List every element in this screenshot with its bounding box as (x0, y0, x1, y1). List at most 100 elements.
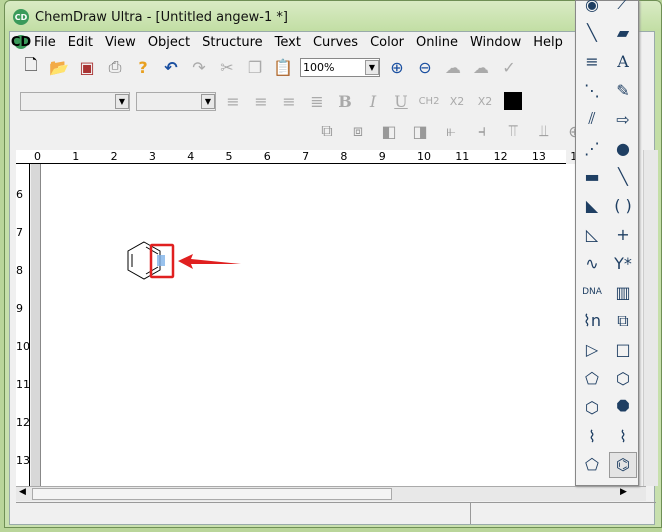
superscript-button[interactable]: X2 (474, 90, 496, 112)
pentagon-icon[interactable]: ⬠ (578, 365, 606, 391)
bold-bond-icon[interactable]: ▬ (578, 164, 606, 190)
benzene-structure[interactable] (41, 164, 581, 486)
menu-structure[interactable]: Structure (196, 35, 268, 50)
pen-icon[interactable]: ✎ (609, 77, 637, 103)
ungroup-icon[interactable]: ⧈ (347, 120, 369, 142)
wedge-bond-icon[interactable]: ◣ (578, 193, 606, 219)
arrow-icon[interactable]: ⇨ (609, 106, 637, 132)
ruler-label: 6 (16, 188, 23, 201)
menu-object[interactable]: Object (142, 35, 196, 50)
send-back-icon[interactable]: ◨ (409, 120, 431, 142)
zoom-out-icon[interactable]: ⊖ (414, 56, 436, 78)
scroll-right-icon[interactable]: ▶ (620, 487, 627, 497)
zoom-select[interactable]: 100% ▼ (300, 57, 380, 77)
octagon-icon[interactable]: ⯃ (609, 394, 637, 420)
color-swatch[interactable] (502, 90, 524, 112)
bond-icon[interactable]: ╲ (578, 20, 606, 46)
client-area: CD File Edit View Object Structure Text … (9, 31, 658, 525)
menu-curves[interactable]: Curves (307, 35, 364, 50)
menu-edit[interactable]: Edit (62, 35, 99, 50)
query-icon[interactable]: Y* (609, 250, 637, 276)
redo-icon[interactable]: ↷ (188, 56, 210, 78)
triangle-icon[interactable]: ▷ (578, 337, 606, 363)
drawing-canvas[interactable] (41, 164, 581, 486)
object-toolbar: ⧉ ⧈ ◧ ◨ ⫦ ⫞ ⫪ ⫫ ⊕ (316, 120, 586, 142)
wavy-bond-icon[interactable]: ∿ (578, 250, 606, 276)
mass-fragment-icon[interactable]: ⟋ (609, 0, 637, 17)
save-icon[interactable]: ▣ (76, 56, 98, 78)
clean-structure-icon[interactable]: ☁ (442, 56, 464, 78)
text-icon[interactable]: A (609, 49, 637, 75)
zoom-in-icon[interactable]: ⊕ (386, 56, 408, 78)
menu-online[interactable]: Online (410, 35, 464, 50)
charge-icon[interactable]: + (609, 221, 637, 247)
menu-window[interactable]: Window (464, 35, 527, 50)
clean-reaction-icon[interactable]: ☁ (470, 56, 492, 78)
eraser-icon[interactable]: ▰ (609, 20, 637, 46)
ruler-label: 4 (187, 150, 195, 163)
text-toolbar: ▼ ▼ ≡ ≡ ≡ ≣ B I U CH2 X2 X2 (20, 90, 524, 112)
bracket-icon[interactable]: ( ) (609, 193, 637, 219)
align-left-obj-icon[interactable]: ⫦ (440, 120, 462, 142)
check-structure-icon[interactable]: ✓ (498, 56, 520, 78)
square-icon[interactable]: □ (609, 337, 637, 363)
ruler-label: 11 (16, 378, 30, 391)
heptagon-icon[interactable]: ⬡ (578, 394, 606, 420)
group-icon[interactable]: ⧉ (316, 120, 338, 142)
menu-help[interactable]: Help (527, 35, 569, 50)
hexagon-icon[interactable]: ⬡ (609, 365, 637, 391)
align-right-obj-icon[interactable]: ⫞ (471, 120, 493, 142)
tlc-plate-icon[interactable]: ▥ (609, 279, 637, 305)
chair2-icon[interactable]: ⌇ (609, 423, 637, 449)
print-icon[interactable]: ⎙ (104, 56, 126, 78)
align-bottom-icon[interactable]: ⫫ (533, 120, 555, 142)
dna-icon[interactable]: DNA (578, 279, 606, 305)
formula-button[interactable]: CH2 (418, 90, 440, 112)
menu-view[interactable]: View (99, 35, 142, 50)
new-icon[interactable]: 🗋 (20, 55, 42, 78)
scroll-thumb[interactable] (32, 488, 392, 500)
horizontal-scrollbar[interactable]: ◀ ▶ (16, 486, 646, 501)
justify-icon[interactable]: ≣ (306, 90, 328, 112)
app-icon: CD (13, 9, 29, 25)
chair-icon[interactable]: ⌇ (578, 423, 606, 449)
multiple-bond-icon[interactable]: ≡ (578, 49, 606, 75)
scroll-left-icon[interactable]: ◀ (19, 487, 26, 497)
hashed-wedge-icon[interactable]: ⋰ (578, 135, 606, 161)
cyclopentadiene-icon[interactable]: ⬠ (578, 452, 606, 478)
chevron-down-icon: ▼ (201, 93, 215, 109)
font-select[interactable]: ▼ (20, 91, 130, 111)
paste-icon[interactable]: 📋 (272, 56, 294, 78)
align-center-icon[interactable]: ≡ (250, 90, 272, 112)
align-right-icon[interactable]: ≡ (278, 90, 300, 112)
cut-icon[interactable]: ✂ (216, 56, 238, 78)
drawing-element-icon[interactable]: ╲ (609, 164, 637, 190)
bring-front-icon[interactable]: ◧ (378, 120, 400, 142)
orbital-icon[interactable]: ● (609, 135, 637, 161)
benzene-icon[interactable]: ⌬ (609, 451, 637, 478)
template-icon[interactable]: ⧉ (609, 308, 637, 334)
size-select[interactable]: ▼ (136, 91, 216, 111)
polymer-icon[interactable]: ⌇n (578, 308, 606, 334)
ruler-label: 9 (16, 302, 23, 315)
hashed-bond-icon[interactable]: ⫽ (578, 106, 606, 132)
menu-file[interactable]: File (28, 35, 62, 50)
bold-button[interactable]: B (334, 90, 356, 112)
menu-text[interactable]: Text (269, 35, 307, 50)
open-icon[interactable]: 📂 (48, 56, 70, 78)
selection-highlight (157, 255, 165, 266)
align-left-icon[interactable]: ≡ (222, 90, 244, 112)
align-top-icon[interactable]: ⫪ (502, 120, 524, 142)
ruler-label: 8 (16, 264, 23, 277)
copy-icon[interactable]: ❐ (244, 56, 266, 78)
hollow-wedge-icon[interactable]: ◺ (578, 221, 606, 247)
undo-icon[interactable]: ↶ (160, 56, 182, 78)
help-icon[interactable]: ? (132, 56, 154, 78)
lasso-icon[interactable]: ◉ (578, 0, 606, 17)
underline-button[interactable]: U (390, 90, 412, 112)
vertical-scrollbar[interactable] (643, 150, 658, 486)
menu-color[interactable]: Color (364, 35, 410, 50)
subscript-button[interactable]: X2 (446, 90, 468, 112)
dashed-bond-icon[interactable]: ⋱ (578, 77, 606, 103)
italic-button[interactable]: I (362, 90, 384, 112)
